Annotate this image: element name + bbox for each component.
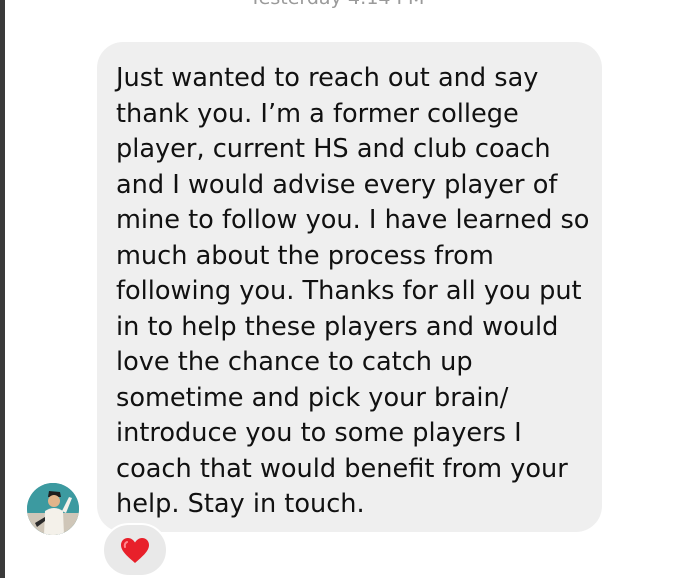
message-timestamp: Yesterday 4:14 PM: [0, 0, 674, 9]
user-avatar-icon: [27, 483, 79, 535]
heart-reaction[interactable]: [102, 523, 168, 577]
message-bubble[interactable]: Just wanted to reach out and say thank y…: [97, 42, 602, 532]
window-edge: [0, 0, 5, 578]
red-heart-icon: [121, 537, 149, 563]
sender-avatar[interactable]: [27, 483, 79, 535]
message-text: Just wanted to reach out and say thank y…: [116, 63, 590, 519]
